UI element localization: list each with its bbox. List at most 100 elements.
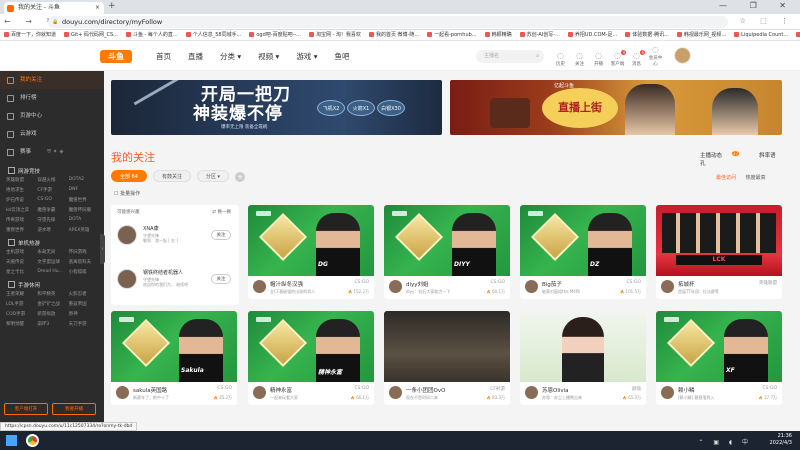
bookmark-item[interactable]: 斗鱼 - 每个人的直... <box>126 30 178 40</box>
nav-video[interactable]: 视频 ▾ <box>258 52 279 61</box>
stream-thumbnail[interactable]: DG <box>248 205 374 276</box>
bookmark-item[interactable]: Git+ 码代码网_CS... <box>64 30 118 40</box>
filter-tab[interactable]: 有鼓关注 <box>152 170 191 182</box>
stream-thumbnail[interactable]: Sakula <box>111 311 237 382</box>
toolbar-vip[interactable]: ◌ 会员中心 <box>647 46 664 68</box>
streamer-name[interactable]: 苏恩Olivia <box>542 386 612 394</box>
sidebar-category[interactable]: APEX英雄 <box>69 227 100 233</box>
sidebar-category[interactable]: 穿越火线 <box>37 177 68 183</box>
game-category[interactable]: CS:GO <box>354 386 369 391</box>
stream-card[interactable]: 一条小团团OvO CF射游现在不是时间二来 83.3万 <box>384 311 510 405</box>
sidebar-category[interactable]: CS:GO <box>37 197 68 203</box>
sidebar-category[interactable]: 金铲铲之战 <box>37 301 68 307</box>
streamer-name[interactable]: 帽汁纵冬汉强 <box>270 280 340 288</box>
sidebar-category[interactable]: 星之卡比 <box>6 269 37 275</box>
filter-tab[interactable]: 全部 64 <box>111 170 147 182</box>
sidebar-item[interactable]: 页游中心 <box>0 107 104 125</box>
address-tools[interactable]: ☆ ⬚ ⋮ <box>740 17 794 25</box>
sidebar-item[interactable]: 我的关注 <box>0 71 104 89</box>
sidebar-category[interactable]: DOTA <box>69 217 100 223</box>
add-filter-button[interactable]: + <box>235 171 246 182</box>
sidebar-category[interactable]: 炉石传说 <box>6 197 37 203</box>
close-tab-icon[interactable]: × <box>95 2 100 14</box>
sidebar-category[interactable]: 崩坏3 <box>37 321 68 327</box>
toolbar-heart[interactable]: ◌ 关注 <box>571 52 588 68</box>
avatar[interactable] <box>674 47 691 64</box>
nav-category[interactable]: 分类 ▾ <box>220 52 241 61</box>
sidebar-category[interactable]: 王者荣耀 <box>6 291 37 297</box>
avatar[interactable] <box>253 280 266 293</box>
avatar[interactable] <box>661 280 674 293</box>
sidebar-category[interactable]: 小程呱呱 <box>69 269 100 275</box>
sidebar-category[interactable]: 传奇游戏 <box>6 217 37 223</box>
bookmark-item[interactable]: ogd吧-百度贴吧--... <box>249 30 301 40</box>
sidebar-category[interactable]: 文字盟运球 <box>37 259 68 265</box>
sidebar-category[interactable]: 黎明觉醒 <box>6 321 37 327</box>
search-input[interactable]: 主播名 ⌕ <box>476 50 544 63</box>
streamer-name[interactable]: sakula英国路 <box>133 386 203 394</box>
sort-recent-visit[interactable]: 最佳访问 <box>716 175 736 181</box>
sidebar-item[interactable]: 云游戏 <box>0 125 104 143</box>
game-category[interactable]: CS:GO <box>217 386 232 391</box>
sidebar-category[interactable]: 守望先锋 <box>37 217 68 223</box>
sidebar-category[interactable]: 原神 <box>69 311 100 317</box>
promo-banner-game[interactable]: 开局一把刀 神装爆不停 爆率无上限 装备全靠刷 飞机X2 火箭X1 白银X30 <box>111 80 442 135</box>
sidebar-category[interactable]: CF手游 <box>37 187 68 193</box>
toolbar-bell[interactable]: ◌ 消息 6 <box>628 50 645 67</box>
sidebar-category[interactable]: 魔兽争霸 <box>37 207 68 213</box>
bookmark-item[interactable]: 维强网后台 <box>796 30 800 40</box>
stream-card[interactable]: DIYY diyy刘姐 CS:GO diyy：钻石大家助力一下 60.1万 <box>384 205 510 299</box>
sidebar-category[interactable]: 新游拟放 <box>37 311 68 317</box>
sidebar-category[interactable]: 英雄联盟 <box>6 177 37 183</box>
stream-thumbnail[interactable]: 精神永富 <box>248 311 374 382</box>
sidebar-item[interactable]: 排行榜 <box>0 89 104 107</box>
sidebar-category[interactable]: DOTA2 <box>69 177 100 183</box>
game-category[interactable]: CF射游 <box>490 386 505 392</box>
sidebar-category[interactable]: DNF <box>69 187 100 193</box>
stream-thumbnail[interactable]: XF <box>656 311 782 382</box>
stream-card[interactable]: LCK 拓城杯 英雄联盟 首届TT年冠：拉法赛等 <box>656 205 782 299</box>
chrome-taskbar-icon[interactable] <box>26 434 39 447</box>
game-category[interactable]: CS:GO <box>354 280 369 285</box>
toolbar-camera[interactable]: ◌ 开播 <box>590 52 607 68</box>
game-category[interactable]: 颜值 <box>632 386 641 392</box>
bookmark-item[interactable]: 体验数据-腾讯... <box>625 30 669 40</box>
filter-tab[interactable]: 分区 ▾ <box>196 170 230 182</box>
sidebar-category[interactable]: 怀旧游戏 <box>69 249 100 255</box>
category-icons[interactable]: ⛨ ✦ ◈ <box>47 149 63 155</box>
toolbar-download[interactable]: ◌ 客户端 9 <box>609 50 626 67</box>
bookmark-item[interactable]: 一起看-pornhub... <box>427 30 476 40</box>
sidebar-category[interactable]: 重返帝国 <box>69 301 100 307</box>
sidebar-category[interactable]: 魔兽怀旧服 <box>69 207 100 213</box>
streamer-name[interactable]: 一条小团团OvO <box>406 386 476 394</box>
stream-thumbnail[interactable]: LCK <box>656 205 782 276</box>
sidebar-collapse-handle[interactable]: ‹ <box>100 234 105 264</box>
recommend-item[interactable]: 钢铁终结者机器人 守望先锋 欢迎你的我们为... 继续吧 关注 <box>115 267 235 293</box>
stream-thumbnail[interactable]: DIYY <box>384 205 510 276</box>
bookmark-item[interactable]: 个人信息_58同城手... <box>186 30 242 40</box>
streamer-name[interactable]: 赖小鳞 <box>678 386 748 394</box>
nav-home[interactable]: 首页 <box>156 52 171 61</box>
stream-thumbnail[interactable]: DZ <box>520 205 646 276</box>
avatar[interactable] <box>253 386 266 399</box>
windows-start-icon[interactable] <box>6 435 17 446</box>
avatar[interactable] <box>116 386 129 399</box>
douyu-logo[interactable]: 斗鱼 <box>100 50 132 63</box>
follow-button[interactable]: 关注 <box>211 274 231 284</box>
stream-card[interactable]: XF 赖小鳞 CS:GO [赖小鳞] 稳稳落到入 37.7万 <box>656 311 782 405</box>
search-icon[interactable]: ⌕ <box>536 50 539 63</box>
sidebar-category[interactable]: 逆水寒 <box>37 227 68 233</box>
stream-card[interactable]: 苏恩Olivia 颜值苏恩：苏尘上播熊出来 65.3万 <box>520 311 646 405</box>
stream-card[interactable]: DG 帽汁纵冬汉强 CS:GO 全CF基础强的出现的男人 152.2万 <box>248 205 374 299</box>
browser-tab[interactable]: 我的关注 - 斗鱼 × <box>4 2 104 14</box>
avatar[interactable] <box>389 280 402 293</box>
sidebar-category[interactable]: 和平精英 <box>37 291 68 297</box>
game-category[interactable]: CS:GO <box>626 280 641 285</box>
sidebar-category[interactable]: 永劫无间 <box>37 249 68 255</box>
bookmark-item[interactable]: 韩颖精确 <box>485 30 512 40</box>
sidebar-category[interactable]: 天刀手游 <box>69 321 100 327</box>
sidebar-category[interactable]: 重燃世界 <box>6 227 37 233</box>
bookmark-item[interactable]: 韩视最乐网_视频... <box>677 30 726 40</box>
stream-thumbnail[interactable] <box>384 311 510 382</box>
tray-icons[interactable]: ⌃ ▣ ◖ 中 <box>698 437 752 446</box>
